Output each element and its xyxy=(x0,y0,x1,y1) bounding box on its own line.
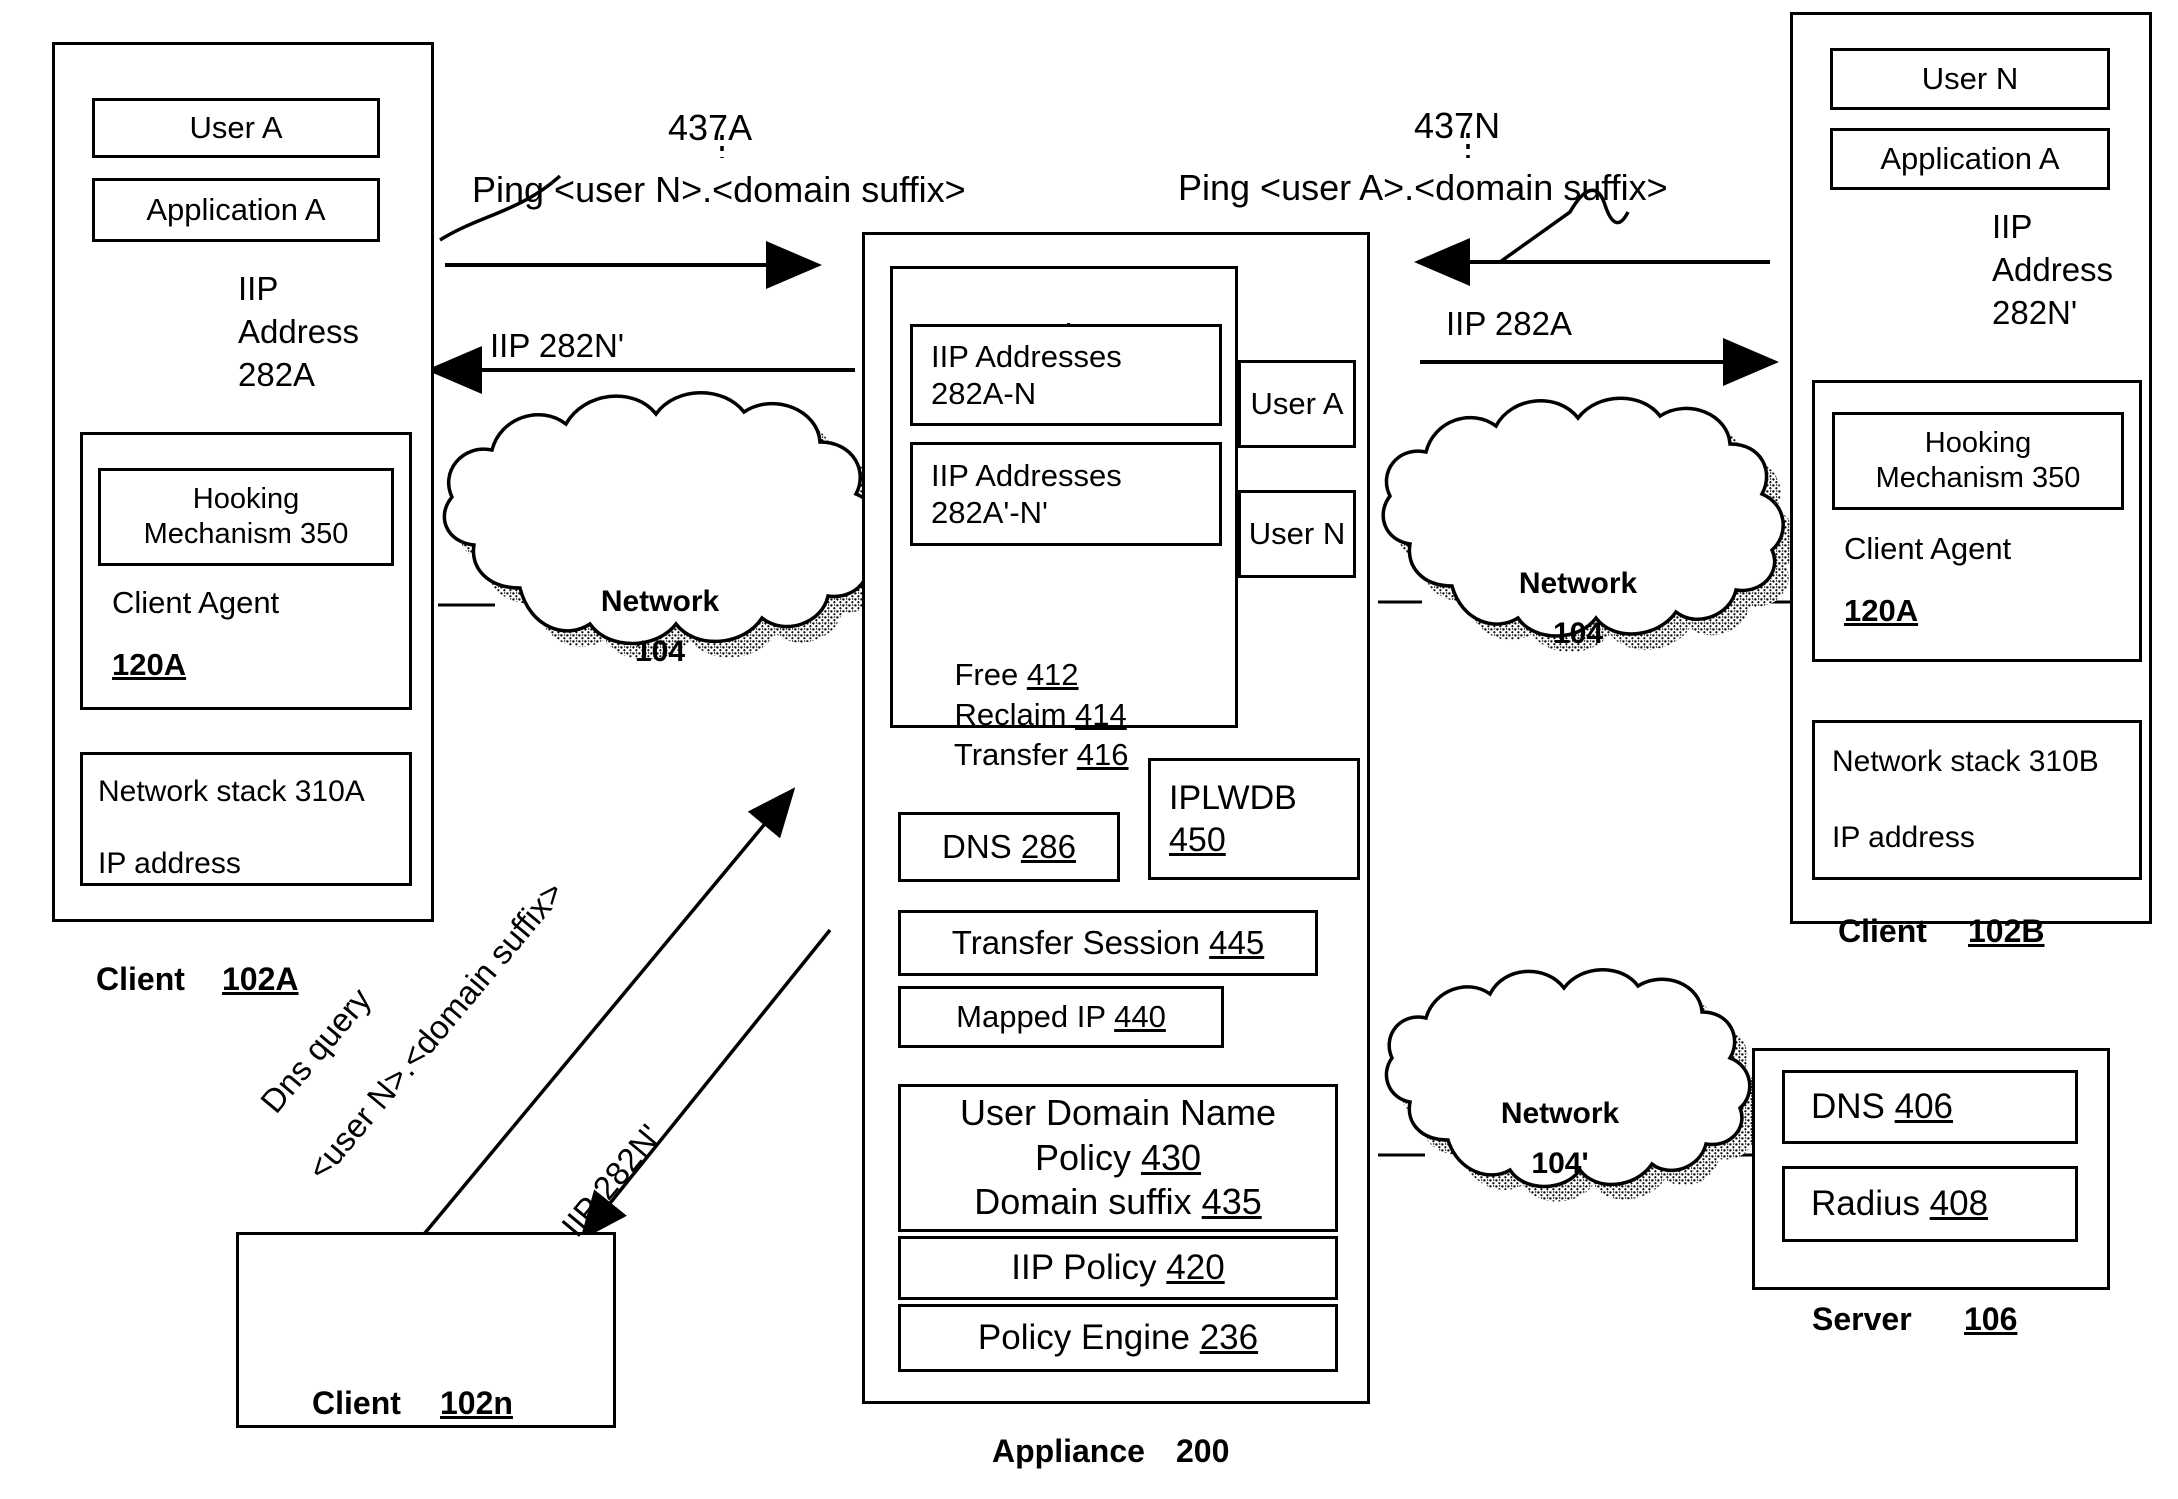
ref-437n-label: 437N xyxy=(1414,105,1501,146)
policy-engine-text: Policy Engine xyxy=(977,1318,1200,1357)
client-a-network-stack-label: Network stack 310A xyxy=(98,775,365,808)
network-cloud-right-ref: 104 xyxy=(1552,617,1604,650)
domain-suffix-text: Domain suffix xyxy=(974,1181,1202,1223)
appliance-caption-name: Appliance xyxy=(992,1433,1145,1469)
iip-pool-transfer-text: Transfer xyxy=(953,736,1077,772)
server-dns-box: DNS 406 xyxy=(1782,1070,2078,1144)
domain-suffix-ref: 435 xyxy=(1201,1181,1262,1223)
client-b-caption-ref: 102B xyxy=(1968,913,2045,949)
client-b-ip-address-label: IP address xyxy=(1832,821,1975,854)
network-cloud-right-name: Network xyxy=(1518,567,1638,600)
server-dns-ref: 406 xyxy=(1894,1087,1954,1126)
ref-437a-label: 437A xyxy=(668,107,753,148)
iip-policy-box: IIP Policy 420 xyxy=(898,1236,1338,1300)
client-b-user-box: User N xyxy=(1830,48,2110,110)
network-cloud-left-ref: 104 xyxy=(634,635,686,668)
client-a-application-box: Application A xyxy=(92,178,380,242)
iip-pool-transfer-ref: 416 xyxy=(1076,736,1129,772)
client-a-user-label: User A xyxy=(189,110,283,146)
server-caption-ref: 106 xyxy=(1964,1301,2018,1337)
appliance-caption-ref: 200 xyxy=(1176,1433,1230,1469)
appliance-iplwdb-ref: 450 xyxy=(1169,821,1226,859)
client-a-caption-name: Client xyxy=(96,961,185,997)
appliance-transfer-session-box: Transfer Session 445 xyxy=(898,910,1318,976)
client-b-caption-name: Client xyxy=(1838,913,1927,949)
client-n-caption-name: Client xyxy=(312,1385,401,1421)
network-cloud-server-ref: 104' xyxy=(1531,1147,1589,1180)
client-a-application-label: Application A xyxy=(146,192,326,228)
client-b-user-label: User N xyxy=(1921,61,2019,97)
appliance-dns-text: DNS xyxy=(942,828,1021,866)
appliance-transfer-session-text: Transfer Session xyxy=(951,924,1210,962)
appliance-mapped-ip-box: Mapped IP 440 xyxy=(898,986,1224,1048)
client-a-ip-address-label: IP address xyxy=(98,847,241,880)
client-b-iip-address-annotation: IIP Address 282N' xyxy=(1992,208,2114,331)
client-a-iip-address-annotation: IIP Address 282A xyxy=(238,270,360,393)
client-a-hooking-mechanism-label: Hooking Mechanism 350 xyxy=(143,483,349,550)
client-b-hooking-mechanism-box: Hooking Mechanism 350 xyxy=(1832,412,2124,510)
policy-engine-ref: 236 xyxy=(1199,1318,1259,1357)
client-a-user-box: User A xyxy=(92,98,380,158)
iip-addresses-282ap-np-box: IIP Addresses 282A'-N' xyxy=(910,442,1222,546)
iip-pool-user-a-box: User A xyxy=(1238,360,1356,448)
server-caption-name: Server xyxy=(1812,1301,1912,1337)
client-b-agent-ref: 120A xyxy=(1844,593,1919,628)
iip-addresses-282a-n-label: IIP Addresses 282A-N xyxy=(931,338,1122,411)
iip-policy-text: IIP Policy xyxy=(1011,1248,1167,1287)
policy-engine-box: Policy Engine 236 xyxy=(898,1304,1338,1372)
patent-figure-canvas: User A Application A IIP Address 282A Ho… xyxy=(0,0,2178,1499)
user-domain-name-policy-ref: 430 xyxy=(1140,1136,1202,1178)
client-a-agent-ref: 120A xyxy=(112,647,187,682)
ping-user-a-label: Ping <user A>.<domain suffix> xyxy=(1178,167,1668,208)
network-cloud-server-name: Network xyxy=(1500,1097,1620,1130)
iip-pool-user-a-label: User A xyxy=(1250,386,1344,422)
iip-282n-prime-left-label: IIP 282N' xyxy=(490,327,625,364)
appliance-mapped-ip-ref: 440 xyxy=(1114,999,1166,1035)
user-domain-name-policy-text: User Domain Name Policy xyxy=(959,1092,1277,1178)
client-a-agent-label: Client Agent xyxy=(112,585,280,620)
iip-282a-right-label: IIP 282A xyxy=(1446,305,1572,342)
iip-282n-prime-diagonal-label: IIP 282N' xyxy=(554,1117,669,1244)
client-b-network-stack-label: Network stack 310B xyxy=(1832,745,2099,778)
network-cloud-left-name: Network xyxy=(600,585,720,618)
appliance-iplwdb-text: IPLWDB xyxy=(1169,778,1297,817)
iip-addresses-282a-n-box: IIP Addresses 282A-N xyxy=(910,324,1222,426)
client-n-caption-ref: 102n xyxy=(440,1385,513,1421)
client-b-application-box: Application A xyxy=(1830,128,2110,190)
client-a-caption-ref: 102A xyxy=(222,961,299,997)
iip-pool-user-n-box: User N xyxy=(1238,490,1356,578)
network-cloud-right-shape xyxy=(1381,396,1798,652)
appliance-mapped-ip-text: Mapped IP xyxy=(956,999,1115,1035)
user-domain-name-policy-box: User Domain Name Policy 430 Domain suffi… xyxy=(898,1084,1338,1232)
server-dns-text: DNS xyxy=(1811,1087,1895,1126)
client-b-hooking-mechanism-label: Hooking Mechanism 350 xyxy=(1875,427,2081,494)
server-radius-ref: 408 xyxy=(1929,1184,1989,1223)
client-102n-container xyxy=(236,1232,616,1428)
appliance-dns-ref: 286 xyxy=(1020,828,1076,866)
client-a-hooking-mechanism-box: Hooking Mechanism 350 xyxy=(98,468,394,566)
iip-addresses-282ap-np-label: IIP Addresses 282A'-N' xyxy=(931,457,1122,530)
iip-pool-user-n-label: User N xyxy=(1248,516,1346,552)
server-radius-text: Radius xyxy=(1811,1184,1930,1223)
client-b-application-label: Application A xyxy=(1880,141,2060,177)
iip-policy-ref: 420 xyxy=(1166,1248,1225,1287)
client-b-agent-label: Client Agent xyxy=(1844,531,2012,566)
appliance-transfer-session-ref: 445 xyxy=(1209,924,1265,962)
iip-pool-transfer-row: Transfer 416 xyxy=(920,698,1129,811)
appliance-iplwdb-box: IPLWDB 450 xyxy=(1148,758,1360,880)
ping-user-n-label: Ping <user N>.<domain suffix> xyxy=(472,169,966,210)
server-radius-box: Radius 408 xyxy=(1782,1166,2078,1242)
appliance-dns-box: DNS 286 xyxy=(898,812,1120,882)
